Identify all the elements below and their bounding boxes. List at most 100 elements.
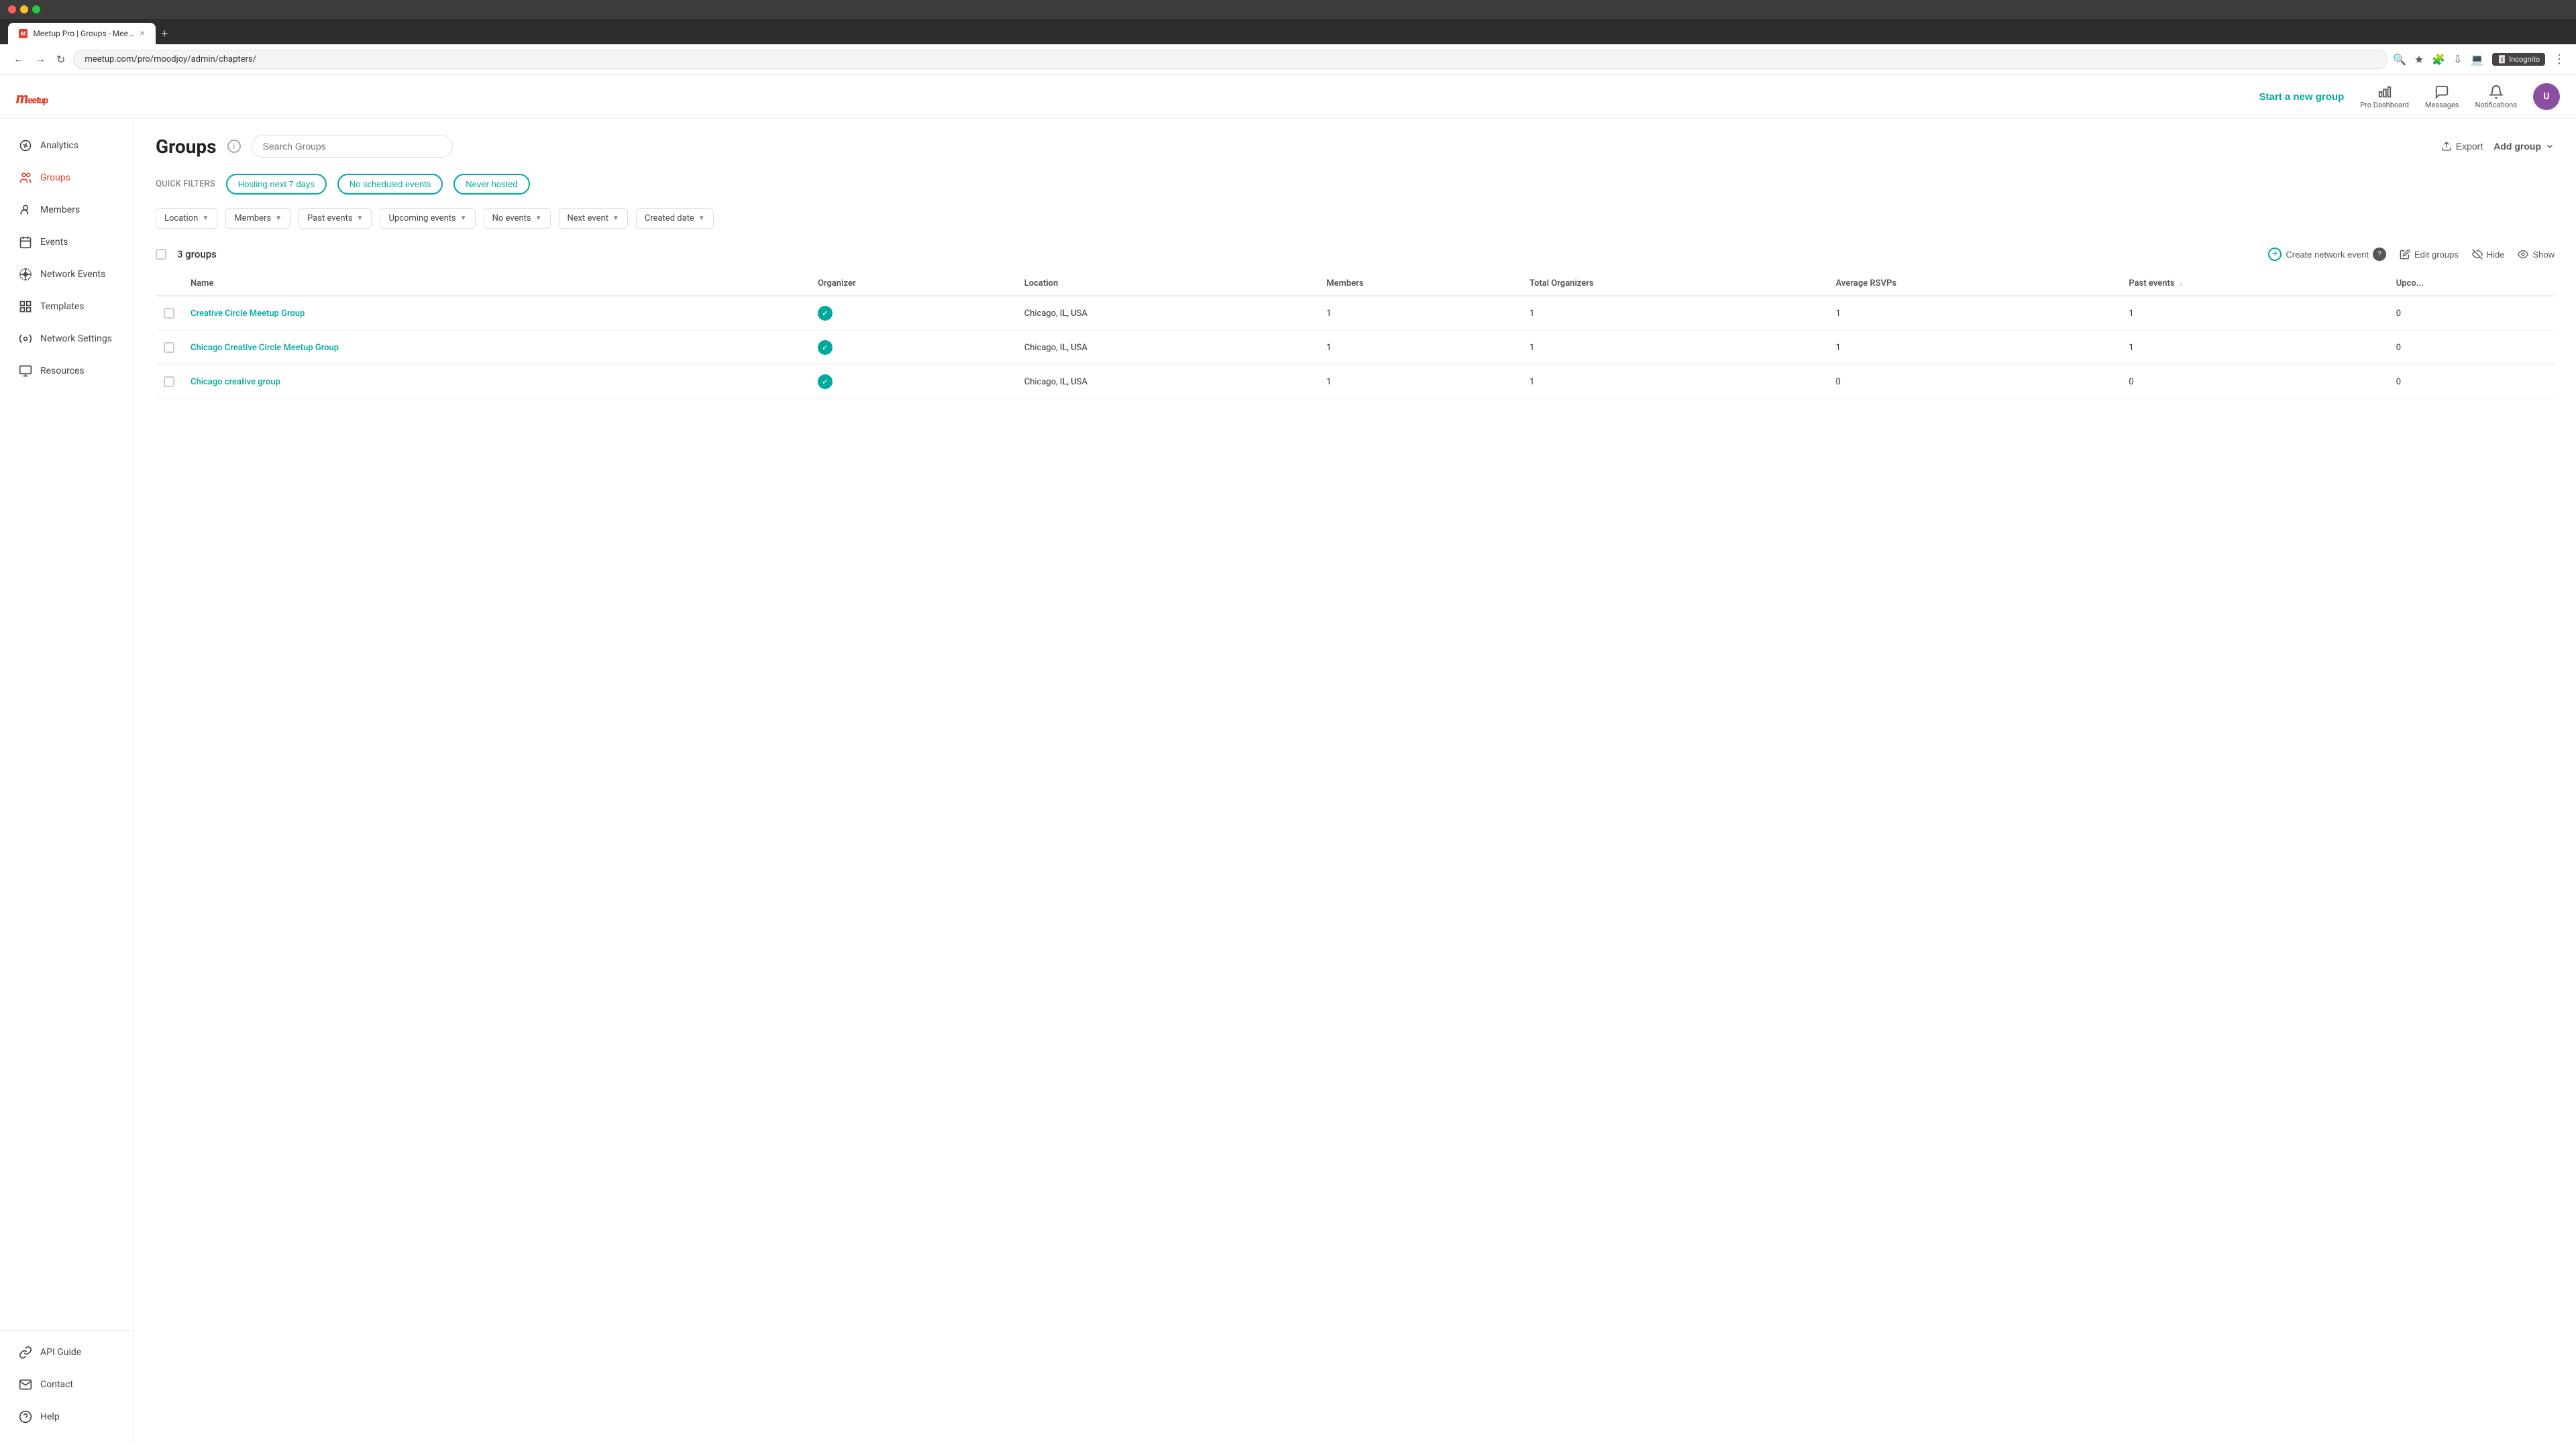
start-new-group-button[interactable]: Start a new group <box>2259 91 2345 103</box>
filter-created-date[interactable]: Created date ▼ <box>636 208 714 229</box>
row-3-average-rsvps-cell: 0 <box>1828 365 2121 399</box>
download-icon[interactable]: ⇩ <box>2453 53 2462 66</box>
tab-close-button[interactable]: × <box>140 28 145 39</box>
sidebar-item-analytics[interactable]: Analytics <box>5 131 128 160</box>
row-1-checkbox[interactable] <box>164 308 174 319</box>
bookmark-icon[interactable]: ★ <box>2414 53 2424 66</box>
row-2-name-cell: Chicago Creative Circle Meetup Group <box>182 331 810 365</box>
sidebar-item-network-events[interactable]: Network Events <box>5 260 128 289</box>
group-3-link[interactable]: Chicago creative group <box>191 377 280 387</box>
new-tab-button[interactable]: + <box>156 27 174 41</box>
menu-icon[interactable]: ⋮ <box>2553 52 2565 66</box>
group-1-link[interactable]: Creative Circle Meetup Group <box>191 309 305 319</box>
row-1-name-cell: Creative Circle Meetup Group <box>182 296 810 331</box>
show-button[interactable]: Show <box>2518 249 2555 260</box>
row-checkbox-cell <box>156 296 182 331</box>
row-3-upcoming-events-cell: 0 <box>2388 365 2555 399</box>
th-total-organizers: Total Organizers <box>1521 272 1828 296</box>
url-bar[interactable]: meetup.com/pro/moodjoy/admin/chapters/ <box>73 50 2387 69</box>
refresh-button[interactable]: ↻ <box>54 50 68 69</box>
close-window-button[interactable] <box>8 5 16 13</box>
th-location: Location <box>1016 272 1319 296</box>
search-input[interactable] <box>252 135 453 158</box>
eye-off-icon <box>2472 249 2483 260</box>
edit-groups-button[interactable]: Edit groups <box>2400 249 2459 260</box>
filter-location[interactable]: Location ▼ <box>156 208 217 229</box>
main-content: Groups i Export Add group <box>134 119 2576 1444</box>
row-2-checkbox[interactable] <box>164 342 174 353</box>
sidebar-item-help[interactable]: Help <box>5 1402 128 1432</box>
chevron-down-icon: ▼ <box>357 215 364 222</box>
row-checkbox-cell <box>156 331 182 365</box>
group-2-link[interactable]: Chicago Creative Circle Meetup Group <box>191 343 339 353</box>
row-1-total-organizers-cell: 1 <box>1521 296 1828 331</box>
sidebar-item-resources[interactable]: Resources <box>5 356 128 386</box>
row-3-members-cell: 1 <box>1318 365 1521 399</box>
network-settings-icon <box>19 332 32 345</box>
chevron-down-icon: ▼ <box>202 215 209 222</box>
filter-no-events[interactable]: No events ▼ <box>484 208 551 229</box>
row-1-past-events-cell: 1 <box>2121 296 2387 331</box>
filter-chip-never-hosted[interactable]: Never hosted <box>453 174 529 195</box>
maximize-window-button[interactable] <box>32 5 40 13</box>
chevron-down-icon: ▼ <box>698 215 705 222</box>
sidebar-item-groups-label: Groups <box>40 172 70 183</box>
page-info-icon[interactable]: i <box>227 140 241 153</box>
help-icon[interactable]: ? <box>2373 248 2386 261</box>
row-2-location-cell: Chicago, IL, USA <box>1016 331 1319 365</box>
device-icon[interactable]: 💻 <box>2471 53 2484 66</box>
network-events-icon <box>19 268 32 281</box>
sidebar-item-network-settings[interactable]: Network Settings <box>5 324 128 354</box>
sidebar-item-events[interactable]: Events <box>5 227 128 257</box>
pro-dashboard-button[interactable]: Pro Dashboard <box>2360 85 2409 109</box>
sidebar-item-contact[interactable]: Contact <box>5 1370 128 1399</box>
api-guide-icon <box>19 1346 32 1359</box>
table-row: Chicago creative group ✓ Chicago, IL, US… <box>156 365 2555 399</box>
search-icon[interactable]: 🔍 <box>2393 53 2406 66</box>
url-text: meetup.com/pro/moodjoy/admin/chapters/ <box>85 54 256 64</box>
row-3-name-cell: Chicago creative group <box>182 365 810 399</box>
add-group-button[interactable]: Add group <box>2493 141 2555 152</box>
sidebar-item-templates[interactable]: Templates <box>5 292 128 321</box>
create-network-event-button[interactable]: + Create network event ? <box>2268 248 2386 261</box>
filter-past-events[interactable]: Past events ▼ <box>299 208 372 229</box>
row-3-checkbox[interactable] <box>164 376 174 387</box>
help-icon <box>19 1410 32 1424</box>
sidebar-item-api-guide-label: API Guide <box>40 1347 81 1358</box>
incognito-badge: 🃏 Incognito <box>2492 53 2546 66</box>
templates-icon <box>19 300 32 313</box>
th-past-events[interactable]: Past events ↓ <box>2121 272 2387 296</box>
filter-members[interactable]: Members ▼ <box>225 208 290 229</box>
filter-chip-no-scheduled-events[interactable]: No scheduled events <box>337 174 443 195</box>
back-button[interactable]: ← <box>11 51 27 68</box>
minimize-window-button[interactable] <box>20 5 28 13</box>
sidebar-item-events-label: Events <box>40 237 68 248</box>
table-body: Creative Circle Meetup Group ✓ Chicago, … <box>156 296 2555 399</box>
analytics-icon <box>19 139 32 152</box>
active-tab[interactable]: M Meetup Pro | Groups - Meetup × <box>8 23 156 44</box>
export-button[interactable]: Export <box>2441 141 2483 152</box>
sidebar-item-analytics-label: Analytics <box>40 140 78 151</box>
user-avatar[interactable]: U <box>2533 83 2560 110</box>
hide-button[interactable]: Hide <box>2472 249 2505 260</box>
row-2-members-cell: 1 <box>1318 331 1521 365</box>
select-all-checkbox[interactable] <box>156 249 166 260</box>
window-controls[interactable] <box>8 5 40 13</box>
row-1-location-cell: Chicago, IL, USA <box>1016 296 1319 331</box>
row-3-organizer-cell: ✓ <box>810 365 1016 399</box>
filter-chip-hosting-next-7-days[interactable]: Hosting next 7 days <box>226 174 327 195</box>
notifications-button[interactable]: Notifications <box>2475 85 2517 109</box>
meetup-logo[interactable]: meetup <box>16 86 48 108</box>
chevron-down-icon: ▼ <box>612 215 619 222</box>
filter-next-event[interactable]: Next event ▼ <box>559 208 628 229</box>
sidebar-item-groups[interactable]: Groups <box>5 163 128 193</box>
messages-button[interactable]: Messages <box>2425 85 2459 109</box>
filter-upcoming-events[interactable]: Upcoming events ▼ <box>380 208 475 229</box>
organizer-check-icon: ✓ <box>818 340 833 355</box>
sidebar-item-api-guide[interactable]: API Guide <box>5 1338 128 1367</box>
sidebar-item-contact-label: Contact <box>40 1379 73 1390</box>
forward-button[interactable]: → <box>32 51 48 68</box>
row-1-average-rsvps-cell: 1 <box>1828 296 2121 331</box>
extensions-icon[interactable]: 🧩 <box>2432 53 2445 66</box>
sidebar-item-members[interactable]: Members <box>5 195 128 225</box>
